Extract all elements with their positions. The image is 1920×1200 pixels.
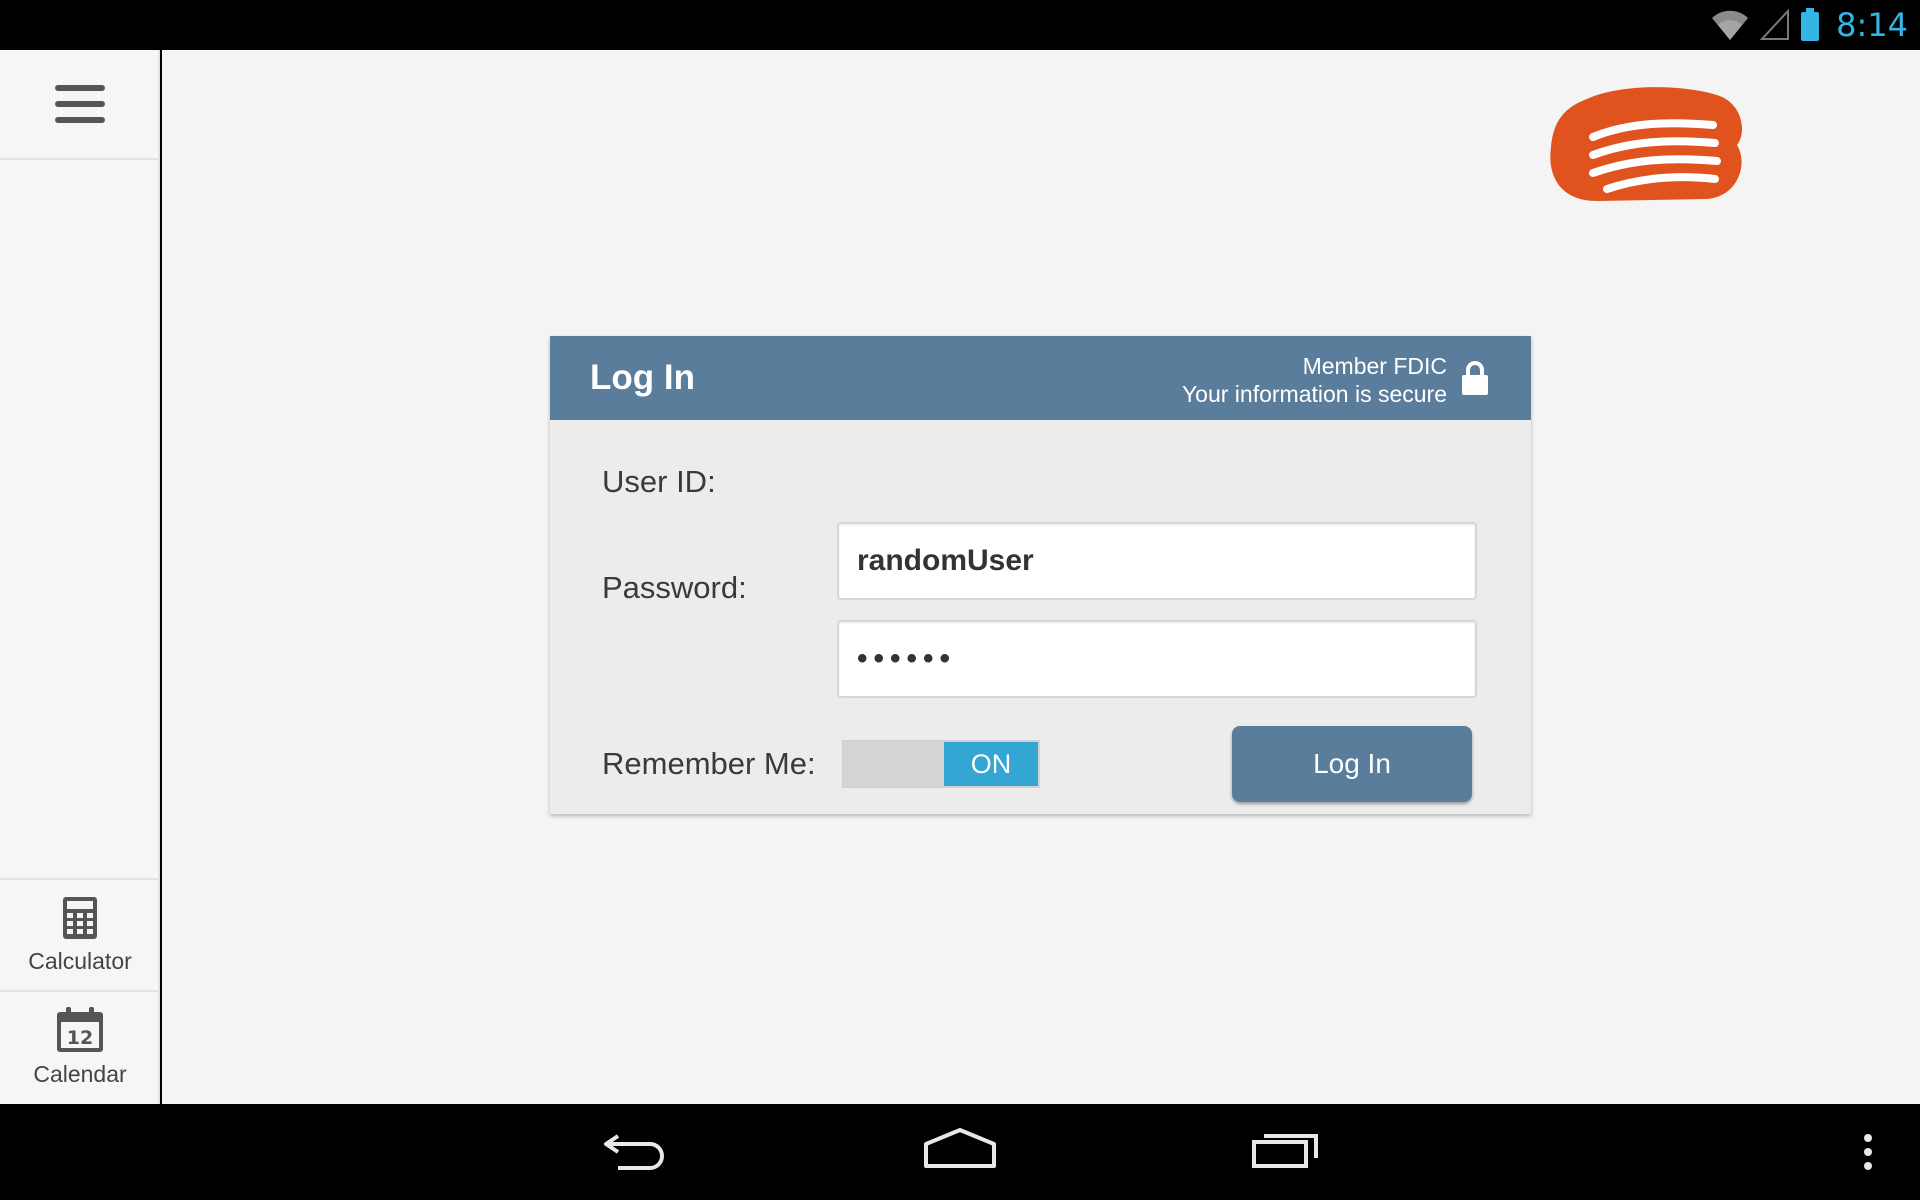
status-icons: 8:14 bbox=[1710, 0, 1908, 50]
user-id-input[interactable]: randomUser bbox=[837, 522, 1477, 600]
recent-apps-icon[interactable] bbox=[1250, 1122, 1322, 1182]
login-card-header: Log In Member FDIC Your information is s… bbox=[550, 336, 1531, 420]
calendar-icon-date: 12 bbox=[67, 1027, 93, 1049]
battery-icon bbox=[1801, 8, 1820, 41]
login-card: Log In Member FDIC Your information is s… bbox=[550, 336, 1531, 814]
calendar-button[interactable]: 12 Calendar bbox=[0, 990, 160, 1102]
calendar-label: Calendar bbox=[33, 1060, 127, 1087]
login-button[interactable]: Log In bbox=[1232, 726, 1472, 802]
calculator-button[interactable]: Calculator bbox=[0, 878, 160, 990]
cell-signal-icon bbox=[1760, 9, 1790, 40]
main-content: Log In Member FDIC Your information is s… bbox=[162, 50, 1920, 1104]
home-icon[interactable] bbox=[922, 1122, 998, 1182]
calculator-label: Calculator bbox=[28, 947, 132, 974]
remember-me-label: Remember Me: bbox=[602, 746, 816, 781]
hamburger-menu-icon bbox=[55, 85, 105, 123]
member-fdic-text: Member FDIC bbox=[1302, 353, 1447, 379]
secure-info-text: Your information is secure bbox=[1181, 381, 1447, 407]
menu-button[interactable] bbox=[0, 50, 160, 160]
status-bar: 8:14 bbox=[0, 0, 1920, 50]
lock-icon bbox=[1462, 361, 1488, 395]
toggle-state: ON bbox=[944, 742, 1038, 786]
bank-logo-icon bbox=[1550, 87, 1743, 201]
remember-me-toggle[interactable]: ON bbox=[842, 740, 1040, 788]
navigation-bar bbox=[0, 1104, 1920, 1200]
calendar-icon: 12 bbox=[57, 1006, 103, 1052]
overflow-menu-icon[interactable] bbox=[1860, 1122, 1876, 1182]
calculator-icon bbox=[63, 896, 97, 939]
login-title: Log In bbox=[590, 358, 695, 397]
sidebar: Calculator 12 Calendar bbox=[0, 50, 160, 1104]
password-label: Password: bbox=[602, 570, 747, 605]
security-notice: Member FDIC Your information is secure bbox=[1182, 352, 1447, 408]
password-input[interactable]: •••••• bbox=[837, 620, 1477, 698]
clock: 8:14 bbox=[1836, 6, 1908, 44]
user-id-label: User ID: bbox=[602, 464, 716, 499]
wifi-icon bbox=[1712, 10, 1749, 40]
back-icon[interactable] bbox=[600, 1122, 670, 1182]
